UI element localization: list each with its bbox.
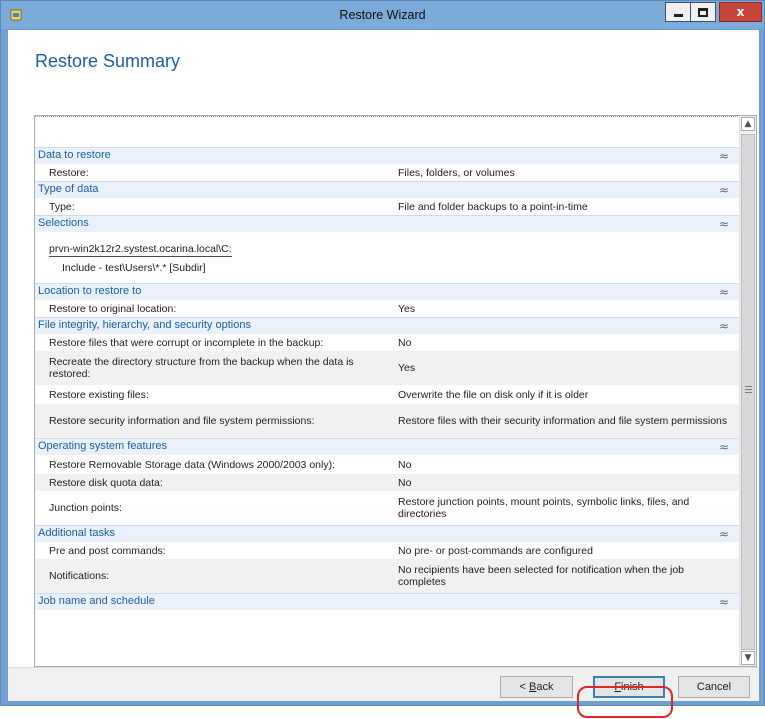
row-value: No [398, 458, 412, 471]
vertical-scrollbar[interactable]: ▲ ▼ [739, 116, 756, 666]
scrollbar-thumb[interactable] [741, 134, 755, 650]
title-bar[interactable]: Restore Wizard x [1, 1, 764, 29]
row-label: Restore Removable Storage data (Windows … [49, 458, 335, 471]
page-title: Restore Summary [35, 51, 181, 71]
summary-row: Recreate the directory structure from th… [35, 351, 739, 385]
row-value: Restore junction points, mount points, s… [398, 496, 690, 520]
finish-highlight-annotation [577, 686, 673, 718]
scroll-down-icon[interactable]: ▼ [741, 651, 755, 665]
collapse-chevron-icon[interactable]: ≈ [719, 439, 729, 455]
section-header-location[interactable]: Location to restore to ≈ [35, 283, 739, 300]
summary-row: Type: File and folder backups to a point… [35, 198, 739, 215]
row-label: Type: [49, 200, 75, 213]
cancel-button[interactable]: Cancel [678, 676, 750, 698]
row-value: No [398, 336, 412, 349]
row-value: Files, folders, or volumes [398, 166, 515, 179]
maximize-button[interactable] [690, 2, 716, 22]
minimize-button[interactable] [665, 2, 691, 22]
minimize-icon [673, 14, 683, 17]
row-label: Restore security information and file sy… [49, 415, 315, 427]
restore-summary-panel: Data to restore ≈ Restore: Files, folder… [34, 115, 757, 667]
section-header-type-of-data[interactable]: Type of data ≈ [35, 181, 739, 198]
row-label: Notifications: [49, 570, 110, 582]
row-label: Restore disk quota data: [49, 476, 163, 489]
row-label: Restore: [49, 166, 89, 179]
row-label: Recreate the directory structure from th… [49, 356, 354, 380]
close-icon: x [736, 5, 745, 19]
summary-row: Pre and post commands: No pre- or post-c… [35, 542, 739, 559]
collapse-chevron-icon[interactable]: ≈ [719, 216, 729, 232]
summary-row: Restore Removable Storage data (Windows … [35, 455, 739, 474]
collapse-chevron-icon[interactable]: ≈ [719, 182, 729, 198]
collapse-chevron-icon[interactable]: ≈ [719, 594, 729, 610]
summary-row: Junction points: Restore junction points… [35, 491, 739, 525]
scroll-up-icon[interactable]: ▲ [741, 117, 755, 131]
row-value: Restore files with their security inform… [398, 415, 728, 427]
summary-row: Restore existing files: Overwrite the fi… [35, 385, 739, 404]
row-label: Junction points: [49, 502, 122, 514]
selections-block: prvn-win2k12r2.systest.ocarina.local\C: … [35, 232, 739, 283]
summary-row: Restore disk quota data: No [35, 474, 739, 491]
section-title: Operating system features [38, 440, 168, 452]
row-label: Restore to original location: [49, 302, 177, 315]
section-header-additional-tasks[interactable]: Additional tasks ≈ [35, 525, 739, 542]
back-button[interactable]: < Back [500, 676, 573, 698]
selection-host-path: prvn-win2k12r2.systest.ocarina.local\C: [49, 243, 232, 257]
grip-icon [745, 386, 752, 393]
maximize-icon [698, 7, 708, 17]
collapse-chevron-icon[interactable]: ≈ [719, 148, 729, 164]
section-title: File integrity, hierarchy, and security … [38, 319, 251, 331]
summary-row: Restore security information and file sy… [35, 404, 739, 438]
section-header-job-name[interactable]: Job name and schedule ≈ [35, 593, 739, 610]
row-label: Restore files that were corrupt or incom… [49, 336, 324, 349]
row-label: Restore existing files: [49, 388, 149, 401]
wizard-client-area: Restore Summary Data to restore ≈ Restor… [8, 30, 759, 701]
back-prefix: < [519, 681, 529, 693]
collapse-chevron-icon[interactable]: ≈ [719, 284, 729, 300]
section-title: Data to restore [38, 149, 111, 161]
row-value: No pre- or post-commands are configured [398, 544, 593, 557]
row-value: No [398, 476, 412, 489]
section-header-selections[interactable]: Selections ≈ [35, 215, 739, 232]
collapse-chevron-icon[interactable]: ≈ [719, 526, 729, 542]
section-header-file-integrity[interactable]: File integrity, hierarchy, and security … [35, 317, 739, 334]
row-value: File and folder backups to a point-in-ti… [398, 200, 588, 213]
section-title: Selections [38, 217, 89, 229]
window-title: Restore Wizard [339, 8, 426, 22]
section-title: Type of data [38, 183, 99, 195]
row-value: Yes [398, 362, 416, 374]
summary-row: Restore files that were corrupt or incom… [35, 334, 739, 351]
row-value: No recipients have been selected for not… [398, 564, 685, 588]
summary-row: Restore to original location: Yes [35, 300, 739, 317]
summary-row: Restore: Files, folders, or volumes [35, 164, 739, 181]
back-rest: ack [536, 681, 554, 693]
section-title: Location to restore to [38, 285, 142, 297]
summary-content: Data to restore ≈ Restore: Files, folder… [35, 116, 739, 610]
restore-wizard-window: Restore Wizard x Restore Summary Data to… [0, 0, 765, 718]
row-value: Yes [398, 302, 416, 315]
collapse-chevron-icon[interactable]: ≈ [719, 318, 729, 334]
section-header-data-to-restore[interactable]: Data to restore ≈ [35, 147, 739, 164]
row-label: Pre and post commands: [49, 544, 166, 557]
selection-include-rule: Include - test\Users\*.* [Subdir] [62, 262, 206, 274]
summary-row: Notifications: No recipients have been s… [35, 559, 739, 593]
close-button[interactable]: x [719, 2, 762, 22]
section-header-os-features[interactable]: Operating system features ≈ [35, 438, 739, 455]
row-value: Overwrite the file on disk only if it is… [398, 388, 589, 401]
section-title: Job name and schedule [38, 595, 155, 607]
section-title: Additional tasks [38, 527, 116, 539]
